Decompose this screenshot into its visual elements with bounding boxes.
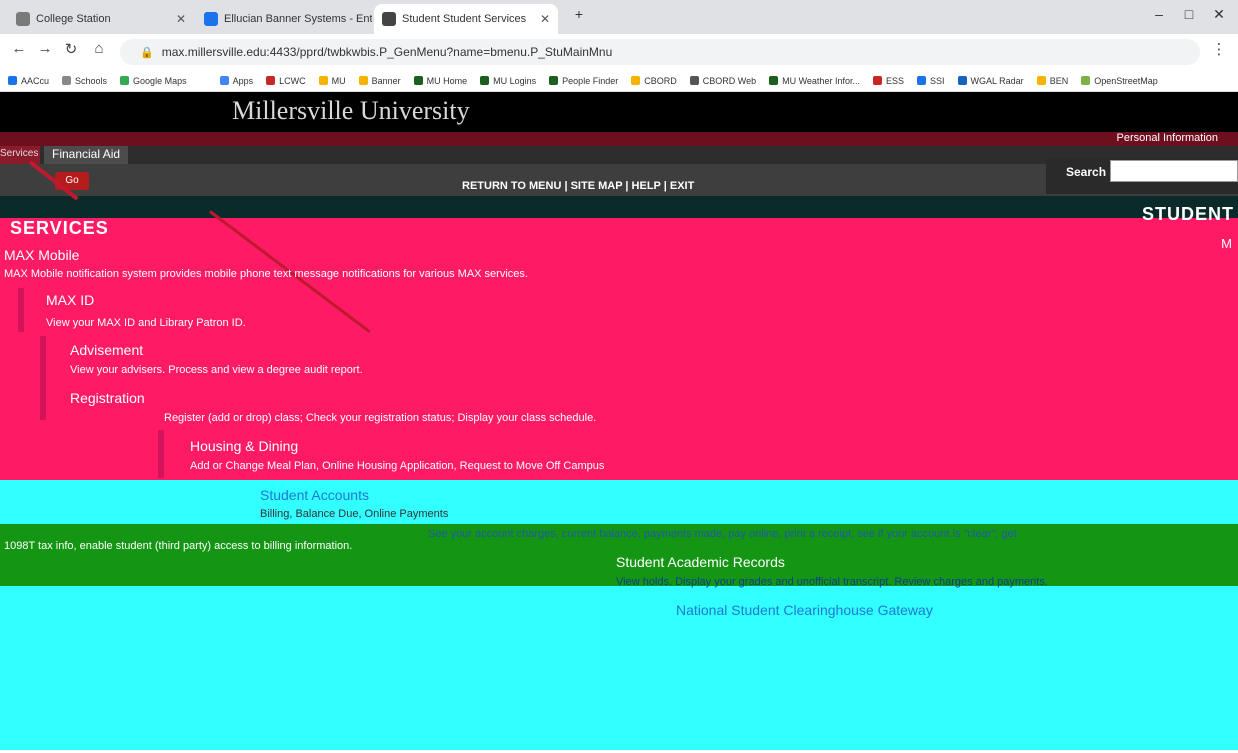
folder-icon <box>631 76 641 85</box>
tab-title: Student Student Services <box>402 13 527 25</box>
bookmark-item[interactable]: MU <box>318 76 346 86</box>
menu-item-desc: View your MAX ID and Library Patron ID. <box>46 317 246 329</box>
bookmark-item[interactable]: MU Home <box>413 76 467 86</box>
browser-tab-active[interactable]: Student Student Services ✕ <box>374 4 558 34</box>
tab-favicon-icon <box>382 12 396 26</box>
folder-icon <box>358 76 368 85</box>
university-name: Millersville University <box>232 96 470 125</box>
menu-item-desc: Add or Change Meal Plan, Online Housing … <box>190 460 605 472</box>
menu-item-desc: View your advisers. Process and view a d… <box>70 364 363 376</box>
maximize-icon[interactable]: □ <box>1176 6 1202 22</box>
minimize-icon[interactable]: – <box>1146 6 1172 22</box>
tab-services[interactable]: Services <box>0 146 40 164</box>
bookmark-item[interactable]: Schools <box>62 76 107 86</box>
indent-bar <box>158 430 164 478</box>
menu-links[interactable]: RETURN TO MENU | SITE MAP | HELP | EXIT <box>462 180 694 192</box>
bookmark-item[interactable]: ESS <box>872 76 904 86</box>
right-fragment: M <box>1221 236 1232 251</box>
bookmark-icon <box>916 76 926 85</box>
home-icon[interactable]: ⌂ <box>88 40 110 57</box>
reload-icon[interactable]: ↻ <box>60 40 82 58</box>
bookmark-item[interactable]: People Finder <box>549 76 618 86</box>
tab-favicon-icon <box>204 12 218 26</box>
bookmark-item[interactable]: CBORD <box>631 76 677 86</box>
browser-tab[interactable]: College Station ✕ <box>8 4 194 34</box>
folder-icon <box>318 76 328 85</box>
content-region-cyan <box>0 480 1238 750</box>
menu-item-housing-dining[interactable]: Housing & Dining <box>190 438 298 454</box>
tab-favicon-icon <box>16 12 30 26</box>
bookmark-item[interactable]: BEN <box>1036 76 1068 86</box>
indent-bar <box>40 336 46 420</box>
menu-item-clearinghouse-gateway[interactable]: National Student Clearinghouse Gateway <box>676 602 933 618</box>
bookmark-item[interactable]: CBORD Web <box>689 76 756 86</box>
menu-item-student-academic-records[interactable]: Student Academic Records <box>616 554 785 570</box>
menu-item-registration[interactable]: Registration <box>70 390 145 406</box>
radar-icon <box>957 76 967 85</box>
site-banner <box>0 92 1238 132</box>
menu-item-student-accounts[interactable]: Student Accounts <box>260 487 369 503</box>
bookmark-item[interactable]: MU Logins <box>480 76 536 86</box>
tab-close-icon[interactable]: ✕ <box>540 12 550 26</box>
maps-icon <box>120 76 130 85</box>
menu-item-desc: Register (add or drop) class; Check your… <box>164 412 597 424</box>
bookmark-item[interactable]: MU Weather Infor... <box>769 76 860 86</box>
bookmark-icon <box>769 76 779 85</box>
apps-icon <box>219 76 229 85</box>
url-field[interactable]: 🔒 max.millersville.edu:4433/pprd/twbkwbi… <box>120 39 1200 65</box>
folder-icon <box>62 76 72 85</box>
bookmark-icon <box>266 76 276 85</box>
page-title: SERVICES <box>10 218 109 238</box>
title-strip <box>0 196 1238 218</box>
student-heading: STUDENT <box>1142 204 1234 224</box>
browser-tab[interactable]: Ellucian Banner Systems - Enterprise ✕ <box>196 4 372 34</box>
tab-personal-information[interactable]: Personal Information <box>1117 132 1219 146</box>
bookmark-item[interactable]: WGAL Radar <box>957 76 1024 86</box>
new-tab-icon[interactable]: + <box>566 6 592 22</box>
tab-title: College Station <box>36 13 111 25</box>
search-label: Search <box>1066 165 1107 179</box>
bookmark-icon <box>549 76 559 85</box>
indent-bar <box>18 288 24 332</box>
menu-item-desc: MAX Mobile notification system provides … <box>4 268 528 280</box>
menu-item-advisement[interactable]: Advisement <box>70 342 143 358</box>
tab-financial-aid[interactable]: Financial Aid <box>44 146 129 164</box>
bookmark-icon <box>413 76 423 85</box>
close-window-icon[interactable]: ✕ <box>1206 6 1232 23</box>
menu-item-desc: See your account charges, current balanc… <box>428 528 1017 540</box>
menu-item-max-mobile[interactable]: MAX Mobile <box>4 247 79 263</box>
bookmark-icon <box>689 76 699 85</box>
menu-item-desc: 1098T tax info, enable student (third pa… <box>4 540 353 552</box>
url-text: max.millersville.edu:4433/pprd/twbkwbis.… <box>161 45 613 59</box>
menu-kebab-icon[interactable]: ⋮ <box>1208 40 1230 58</box>
forward-icon[interactable]: → <box>34 40 56 57</box>
menu-item-desc: Billing, Balance Due, Online Payments <box>260 508 449 520</box>
back-icon[interactable]: ← <box>8 40 30 57</box>
content-region-pink <box>0 218 1238 480</box>
bookmark-item[interactable]: OpenStreetMap <box>1081 76 1158 86</box>
bookmarks-bar: AACcu Schools Google Maps Apps LCWC MU B… <box>0 70 1238 92</box>
main-menu-bar <box>0 132 1238 146</box>
menu-item-max-id[interactable]: MAX ID <box>46 292 94 308</box>
bookmark-item[interactable]: Banner <box>358 76 401 86</box>
tab-close-icon[interactable]: ✕ <box>176 12 186 26</box>
map-icon <box>1081 76 1091 85</box>
bookmark-icon <box>480 76 490 85</box>
tab-title: Ellucian Banner Systems - Enterprise <box>224 13 372 25</box>
folder-icon <box>1036 76 1046 85</box>
menu-item-desc: View holds. Display your grades and unof… <box>616 576 1048 588</box>
bookmark-item[interactable]: Apps <box>219 76 253 86</box>
bookmark-item[interactable]: Google Maps <box>120 76 187 86</box>
apps-icon <box>8 76 17 85</box>
bookmark-item[interactable]: LCWC <box>266 76 306 86</box>
bookmark-item[interactable]: SSI <box>916 76 945 86</box>
lock-icon: 🔒 <box>140 46 154 59</box>
search-input[interactable] <box>1110 160 1238 182</box>
bookmark-item[interactable]: AACcu <box>8 76 49 86</box>
bookmark-icon <box>872 76 882 85</box>
